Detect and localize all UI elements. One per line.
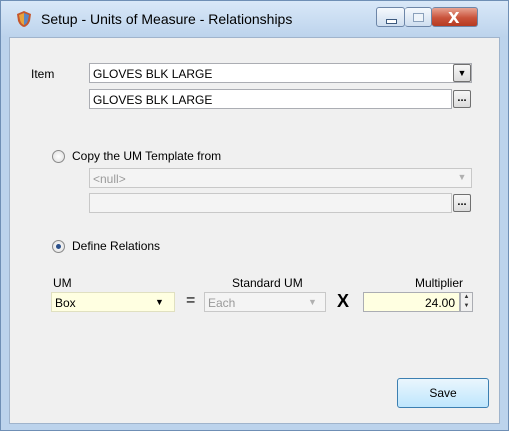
multiplier-input[interactable]: 24.00 [363, 292, 460, 312]
spin-up-icon[interactable]: ▲ [461, 293, 472, 302]
shield-icon [17, 11, 31, 27]
equals-sign: = [186, 292, 196, 309]
chevron-down-icon: ▼ [457, 172, 467, 182]
define-relations-label[interactable]: Define Relations [72, 239, 160, 253]
close-button[interactable]: X [432, 7, 478, 27]
standard-um-column-label: Standard UM [232, 276, 303, 290]
item-label: Item [31, 67, 55, 81]
chevron-down-icon: ▼ [457, 68, 467, 78]
copy-template-label[interactable]: Copy the UM Template from [72, 149, 221, 163]
minimize-icon [386, 19, 397, 24]
title-bar[interactable]: Setup - Units of Measure - Relationships… [1, 1, 508, 37]
um-column-label: UM [53, 276, 72, 290]
save-button[interactable]: Save [397, 378, 489, 408]
close-icon: X [448, 9, 460, 27]
maximize-button[interactable] [405, 7, 432, 27]
define-relations-radio[interactable] [52, 240, 65, 253]
item-dropdown-button[interactable]: ▼ [453, 64, 471, 82]
spin-down-icon[interactable]: ▼ [461, 302, 472, 311]
item-browse-button[interactable]: ... [453, 90, 471, 108]
window-title: Setup - Units of Measure - Relationships [41, 11, 293, 27]
template-description-field [89, 193, 452, 213]
item-combobox[interactable]: GLOVES BLK LARGE [89, 63, 472, 83]
multiplier-spinner[interactable]: ▲ ▼ [460, 292, 473, 312]
chevron-down-icon[interactable]: ▼ [155, 297, 164, 307]
maximize-icon [413, 13, 424, 22]
copy-template-radio[interactable] [52, 150, 65, 163]
item-description-field[interactable]: GLOVES BLK LARGE [89, 89, 452, 109]
times-sign: X [337, 291, 350, 311]
minimize-button[interactable] [376, 7, 405, 27]
template-browse-button[interactable]: ... [453, 194, 471, 212]
template-source-combobox[interactable]: <null> [89, 168, 472, 188]
chevron-down-icon: ▼ [308, 297, 317, 307]
template-dropdown-button[interactable]: ▼ [453, 169, 471, 187]
multiplier-column-label: Multiplier [415, 276, 464, 290]
